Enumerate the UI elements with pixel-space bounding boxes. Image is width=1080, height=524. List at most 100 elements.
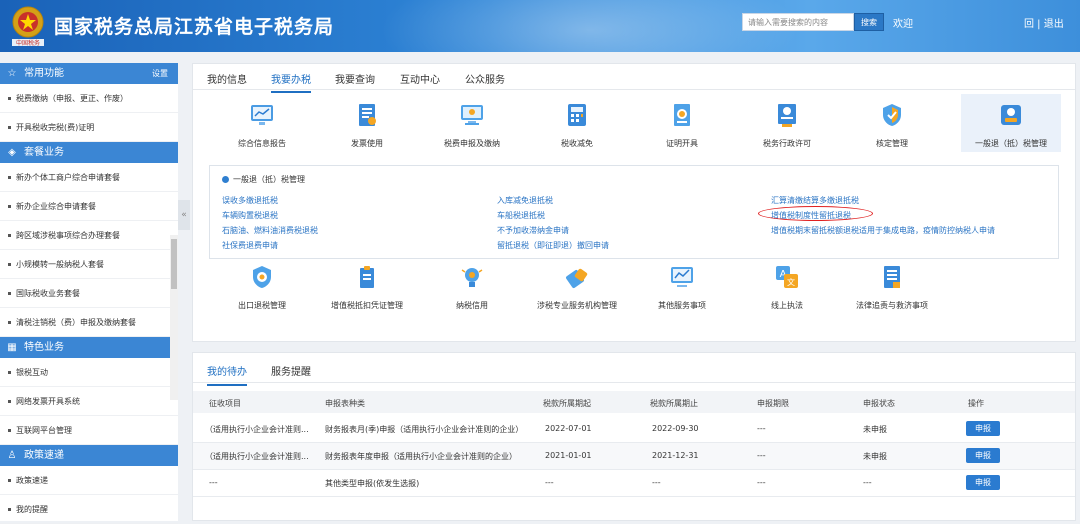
sidebar-item[interactable]: 政策速递 (0, 466, 178, 495)
tab-my-todo[interactable]: 我的待办 (207, 363, 247, 386)
tile-other-services[interactable]: 其他服务事项 (632, 264, 732, 311)
tab-public-service[interactable]: 公众服务 (465, 71, 505, 86)
submenu-link[interactable]: 车船税退抵税 (497, 210, 545, 221)
tile-approval-management[interactable]: 核定管理 (842, 102, 942, 149)
column-header: 操作 (968, 399, 984, 408)
sidebar-item[interactable]: 新办企业综合申请套餐 (0, 192, 178, 221)
submenu-link[interactable]: 误收多缴退抵税 (222, 195, 278, 206)
sidebar-item[interactable]: 网络发票开具系统 (0, 387, 178, 416)
sidebar-item[interactable]: 小规模转一般纳税人套餐 (0, 250, 178, 279)
table-row: （适用执行小企业会计准则... 财务报表年度申报（适用执行小企业会计准则的企业）… (193, 443, 1075, 470)
todo-panel: 我的待办 服务提醒 征收项目 申报表种类 税款所属期起 税款所属期止 申报期限 … (192, 352, 1076, 521)
export-shield-icon (253, 266, 271, 288)
sidebar-item[interactable]: 清税注销税（费）申报及缴纳套餐 (0, 308, 178, 337)
tile-tax-declare-pay[interactable]: 税费申报及缴纳 (422, 102, 522, 149)
info-icon (222, 176, 229, 183)
submenu-link[interactable]: 汇算清缴结算多缴退抵税 (771, 195, 859, 206)
column-header: 税款所属期起 (543, 399, 591, 408)
tab-interaction[interactable]: 互动中心 (400, 71, 440, 86)
search-button[interactable]: 搜索 (854, 13, 884, 31)
tile-tax-reduction[interactable]: 税收减免 (527, 102, 627, 149)
site-title: 国家税务总局江苏省电子税务局 (54, 16, 335, 38)
submenu-link[interactable]: 社保费退费申请 (222, 240, 278, 251)
table-row: （适用执行小企业会计准则... 财务报表月(季)申报（适用执行小企业会计准则的企… (193, 416, 1075, 443)
header-glow (380, 0, 800, 52)
translate-icon: A文 (776, 266, 798, 288)
submenu-link[interactable]: 留抵退税（即征即退）撤回申请 (497, 240, 609, 251)
voucher-icon (360, 266, 374, 288)
header-links[interactable]: 回 | 退出 (1024, 15, 1064, 30)
declare-button[interactable]: 申报 (966, 421, 1000, 436)
todo-tabs: 我的待办 服务提醒 (193, 353, 1075, 386)
submenu-link[interactable]: 不予加收滞纳金申请 (497, 225, 569, 236)
sidebar-item[interactable]: 新办个体工商户综合申请套餐 (0, 163, 178, 192)
invoice-icon (359, 104, 376, 126)
declare-button[interactable]: 申报 (966, 448, 1000, 463)
tab-tax-handling[interactable]: 我要办税 (271, 71, 311, 93)
chart-screen-icon (671, 267, 693, 287)
document-icon (884, 266, 900, 288)
tax-emblem-icon: 中国税务 (12, 6, 44, 47)
submenu-link[interactable]: 增值税期末留抵税额退税适用于集成电路，疫情防控纳税人申请 (771, 225, 995, 236)
refund-submenu: 一般退（抵）税管理 误收多缴退抵税 入库减免退抵税 汇算清缴结算多缴退抵税 车辆… (209, 165, 1059, 259)
tile-tax-credit[interactable]: 纳税信用 (422, 264, 522, 311)
sidebar-section-header[interactable]: ◈ 套餐业务 (0, 142, 178, 163)
tile-agency-management[interactable]: 涉税专业服务机构管理 (527, 264, 627, 311)
tab-service-reminder[interactable]: 服务提醒 (271, 363, 311, 378)
user-icon: ♙ (7, 450, 17, 461)
tile-online-enforcement[interactable]: A文 线上执法 (737, 264, 837, 311)
submenu-link[interactable]: 车辆购置税退税 (222, 210, 278, 221)
calculator-icon (568, 104, 586, 126)
highlight-circle (758, 206, 873, 221)
sidebar: ☆ 常用功能 设置 税费缴纳（申报、更正、作废） 开具税收完税(费)证明 ◈ 套餐业务… (0, 63, 178, 524)
layers-icon: ◈ (8, 147, 16, 158)
tile-vat-voucher[interactable]: 增值税抵扣凭证管理 (317, 264, 417, 311)
tile-certificate-issue[interactable]: 证明开具 (632, 102, 732, 149)
sidebar-item[interactable]: 国际税收业务套餐 (0, 279, 178, 308)
tile-invoice-use[interactable]: 发票使用 (317, 102, 417, 149)
sidebar-section-header[interactable]: ▦ 特色业务 (0, 337, 178, 358)
settings-link[interactable]: 设置 (152, 63, 168, 84)
declare-button[interactable]: 申报 (966, 475, 1000, 490)
tile-info-report[interactable]: 综合信息报告 (212, 102, 312, 149)
submenu-title: 一般退（抵）税管理 (222, 174, 305, 185)
table-header: 征收项目 申报表种类 税款所属期起 税款所属期止 申报期限 申报状态 操作 (193, 391, 1075, 413)
sidebar-item[interactable]: 跨区域涉税事项综合办理套餐 (0, 221, 178, 250)
top-header: 中国税务 国家税务总局江苏省电子税务局 请输入需要搜索的内容 搜索 欢迎 回 |… (0, 0, 1080, 52)
refund-icon (1001, 105, 1021, 125)
monitor-icon (461, 105, 483, 125)
tab-query[interactable]: 我要查询 (335, 71, 375, 86)
sidebar-item[interactable]: 互联网平台管理 (0, 416, 178, 445)
main-tabs: 我的信息 我要办税 我要查询 互动中心 公众服务 (193, 64, 1075, 93)
column-header: 申报状态 (863, 399, 895, 408)
star-icon: ☆ (7, 68, 17, 79)
submenu-link[interactable]: 石脑油、燃料油消费税退税 (222, 225, 318, 236)
service-panel: 我的信息 我要办税 我要查询 互动中心 公众服务 综合信息报告 发票使用 税费申… (192, 63, 1076, 342)
credit-bulb-icon (461, 268, 483, 287)
sidebar-section-header[interactable]: ♙ 政策速递 (0, 445, 178, 466)
tile-admin-license[interactable]: 税务行政许可 (737, 102, 837, 149)
collapse-sidebar-button[interactable]: « (178, 200, 190, 230)
tab-my-info[interactable]: 我的信息 (207, 71, 247, 86)
svg-text:文: 文 (787, 277, 795, 287)
tile-refund-management[interactable]: 一般退（抵）税管理 (961, 102, 1061, 149)
tile-legal-remedy[interactable]: 法律追责与救济事项 (842, 264, 942, 311)
sidebar-item[interactable]: 税费缴纳（申报、更正、作废） (0, 84, 178, 113)
sidebar-item[interactable]: 银税互动 (0, 358, 178, 387)
submenu-link[interactable]: 入库减免退抵税 (497, 195, 553, 206)
tile-export-refund[interactable]: 出口退税管理 (212, 264, 312, 311)
column-header: 征收项目 (209, 399, 241, 408)
column-header: 税款所属期止 (650, 399, 698, 408)
certificate-icon (674, 104, 690, 126)
agency-icon (566, 268, 588, 288)
sidebar-scrollbar[interactable] (170, 235, 178, 400)
column-header: 申报期限 (757, 399, 789, 408)
search-input[interactable]: 请输入需要搜索的内容 (742, 13, 854, 31)
shield-check-icon (883, 104, 901, 126)
sidebar-item[interactable]: 开具税收完税(费)证明 (0, 113, 178, 142)
license-icon (778, 104, 796, 127)
sidebar-item[interactable]: 我的提醒 (0, 495, 178, 524)
table-row: --- 其他类型申报(依发生选报) --- --- --- --- 申报 (193, 470, 1075, 497)
sidebar-section-header[interactable]: ☆ 常用功能 设置 (0, 63, 178, 84)
svg-text:中国税务: 中国税务 (16, 39, 40, 47)
